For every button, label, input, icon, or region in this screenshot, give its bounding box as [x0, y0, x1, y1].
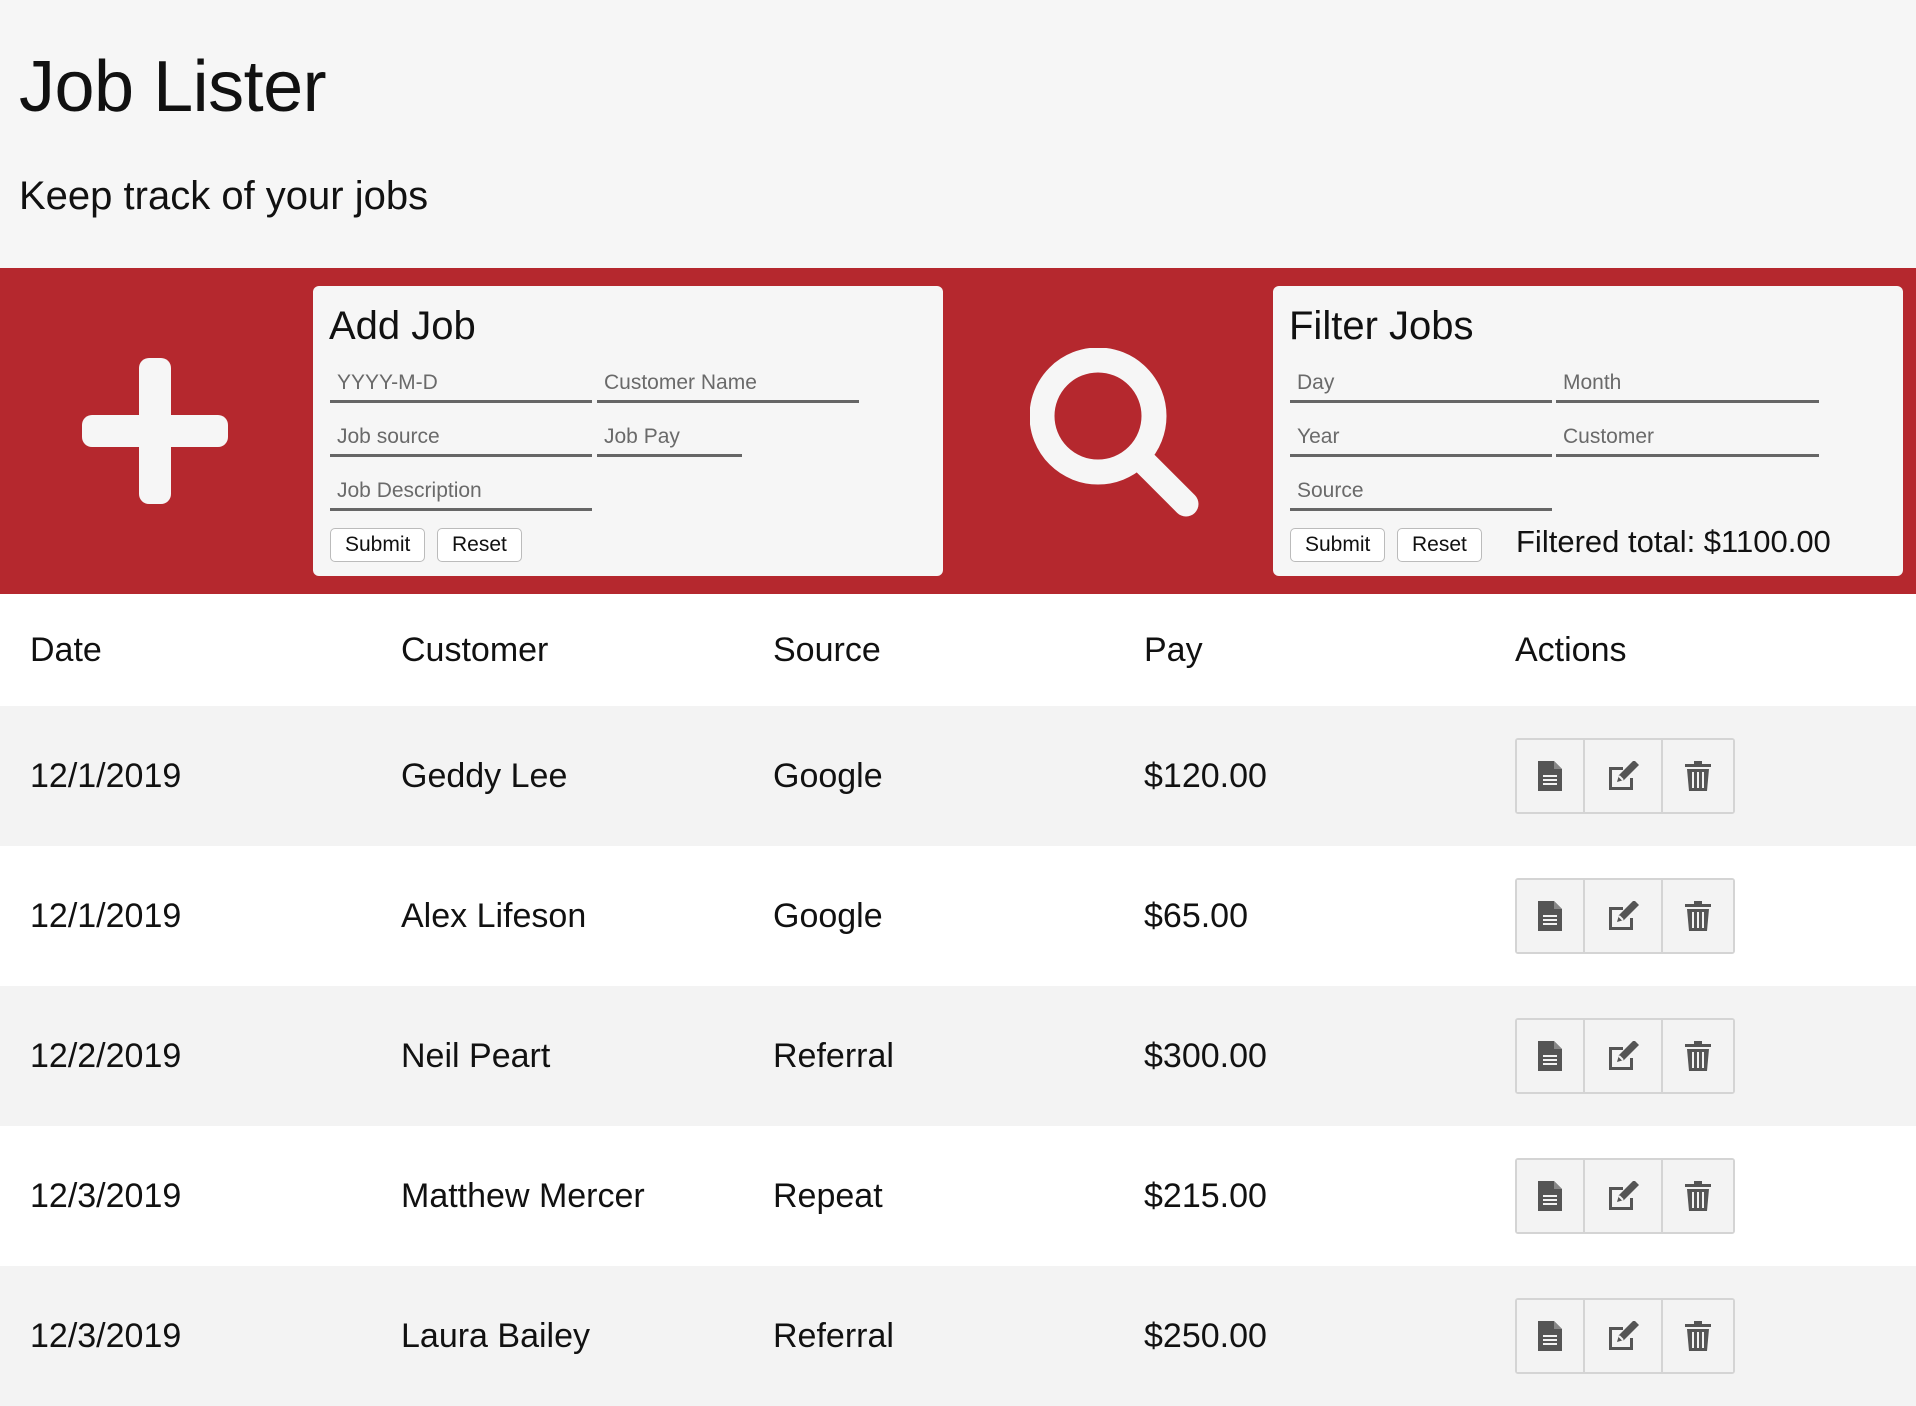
- view-job-button[interactable]: [1517, 880, 1585, 952]
- cell-customer: Neil Peart: [371, 986, 743, 1126]
- jobs-table: Date Customer Source Pay Actions 12/1/20…: [0, 594, 1916, 1406]
- row-actions: [1515, 738, 1735, 814]
- trash-icon: [1685, 761, 1711, 791]
- document-icon: [1538, 1321, 1562, 1351]
- job-description-input[interactable]: [330, 473, 592, 511]
- edit-job-button[interactable]: [1585, 740, 1663, 812]
- table-row: 12/2/2019 Neil Peart Referral $300.00: [0, 986, 1916, 1126]
- add-reset-button[interactable]: Reset: [437, 528, 522, 562]
- cell-source: Google: [743, 846, 1114, 986]
- cell-source: Referral: [743, 1266, 1114, 1406]
- trash-icon: [1685, 1041, 1711, 1071]
- add-submit-button[interactable]: Submit: [330, 528, 426, 562]
- header-actions: Actions: [1485, 594, 1916, 706]
- delete-job-button[interactable]: [1663, 1020, 1733, 1092]
- page-title: Job Lister: [19, 47, 327, 127]
- add-job-panel: Add Job Submit Reset: [313, 286, 943, 576]
- cell-actions: [1485, 846, 1916, 986]
- filter-year-input[interactable]: [1290, 419, 1552, 457]
- edit-icon: [1609, 901, 1639, 930]
- edit-job-button[interactable]: [1585, 1020, 1663, 1092]
- cell-customer: Matthew Mercer: [371, 1126, 743, 1266]
- filter-submit-button[interactable]: Submit: [1290, 528, 1386, 562]
- cell-date: 12/1/2019: [0, 706, 371, 846]
- document-icon: [1538, 1181, 1562, 1211]
- cell-date: 12/2/2019: [0, 986, 371, 1126]
- row-actions: [1515, 1158, 1735, 1234]
- header-source: Source: [743, 594, 1114, 706]
- view-job-button[interactable]: [1517, 740, 1585, 812]
- cell-pay: $120.00: [1114, 706, 1485, 846]
- cell-customer: Geddy Lee: [371, 706, 743, 846]
- filter-jobs-title: Filter Jobs: [1289, 304, 1474, 348]
- cell-customer: Laura Bailey: [371, 1266, 743, 1406]
- filter-customer-input[interactable]: [1556, 419, 1819, 457]
- cell-date: 12/3/2019: [0, 1266, 371, 1406]
- row-actions: [1515, 878, 1735, 954]
- cell-source: Referral: [743, 986, 1114, 1126]
- view-job-button[interactable]: [1517, 1160, 1585, 1232]
- delete-job-button[interactable]: [1663, 880, 1733, 952]
- job-date-input[interactable]: [330, 365, 592, 403]
- cell-source: Repeat: [743, 1126, 1114, 1266]
- header-pay: Pay: [1114, 594, 1485, 706]
- table-row: 12/1/2019 Geddy Lee Google $120.00: [0, 706, 1916, 846]
- cell-actions: [1485, 986, 1916, 1126]
- edit-icon: [1609, 1181, 1639, 1210]
- cell-actions: [1485, 1126, 1916, 1266]
- view-job-button[interactable]: [1517, 1020, 1585, 1092]
- cell-customer: Alex Lifeson: [371, 846, 743, 986]
- cell-pay: $215.00: [1114, 1126, 1485, 1266]
- filtered-total: Filtered total: $1100.00: [1516, 524, 1831, 559]
- edit-icon: [1609, 761, 1639, 790]
- search-icon: [1030, 348, 1199, 517]
- job-pay-input[interactable]: [597, 419, 742, 457]
- filter-day-input[interactable]: [1290, 365, 1552, 403]
- cell-pay: $300.00: [1114, 986, 1485, 1126]
- row-actions: [1515, 1298, 1735, 1374]
- row-actions: [1515, 1018, 1735, 1094]
- cell-actions: [1485, 1266, 1916, 1406]
- cell-date: 12/1/2019: [0, 846, 371, 986]
- table-row: 12/1/2019 Alex Lifeson Google $65.00: [0, 846, 1916, 986]
- filter-source-input[interactable]: [1290, 473, 1552, 511]
- edit-icon: [1609, 1321, 1639, 1350]
- page-header: Job Lister Keep track of your jobs: [0, 0, 1916, 268]
- cell-source: Google: [743, 706, 1114, 846]
- cell-pay: $250.00: [1114, 1266, 1485, 1406]
- table-row: 12/3/2019 Matthew Mercer Repeat $215.00: [0, 1126, 1916, 1266]
- plus-icon: [82, 358, 228, 504]
- document-icon: [1538, 901, 1562, 931]
- delete-job-button[interactable]: [1663, 740, 1733, 812]
- filter-jobs-panel: Filter Jobs Submit Reset Filtered total:…: [1273, 286, 1903, 576]
- job-source-input[interactable]: [330, 419, 592, 457]
- header-date: Date: [0, 594, 371, 706]
- document-icon: [1538, 1041, 1562, 1071]
- cell-date: 12/3/2019: [0, 1126, 371, 1266]
- trash-icon: [1685, 901, 1711, 931]
- table-row: 12/3/2019 Laura Bailey Referral $250.00: [0, 1266, 1916, 1406]
- edit-job-button[interactable]: [1585, 1160, 1663, 1232]
- trash-icon: [1685, 1181, 1711, 1211]
- customer-name-input[interactable]: [597, 365, 859, 403]
- filter-reset-button[interactable]: Reset: [1397, 528, 1482, 562]
- document-icon: [1538, 761, 1562, 791]
- delete-job-button[interactable]: [1663, 1160, 1733, 1232]
- page-subtitle: Keep track of your jobs: [19, 174, 429, 218]
- header-customer: Customer: [371, 594, 743, 706]
- view-job-button[interactable]: [1517, 1300, 1585, 1372]
- edit-job-button[interactable]: [1585, 1300, 1663, 1372]
- edit-job-button[interactable]: [1585, 880, 1663, 952]
- delete-job-button[interactable]: [1663, 1300, 1733, 1372]
- trash-icon: [1685, 1321, 1711, 1351]
- table-header-row: Date Customer Source Pay Actions: [0, 594, 1916, 706]
- cell-actions: [1485, 706, 1916, 846]
- add-job-title: Add Job: [329, 304, 476, 348]
- filter-month-input[interactable]: [1556, 365, 1819, 403]
- cell-pay: $65.00: [1114, 846, 1485, 986]
- edit-icon: [1609, 1041, 1639, 1070]
